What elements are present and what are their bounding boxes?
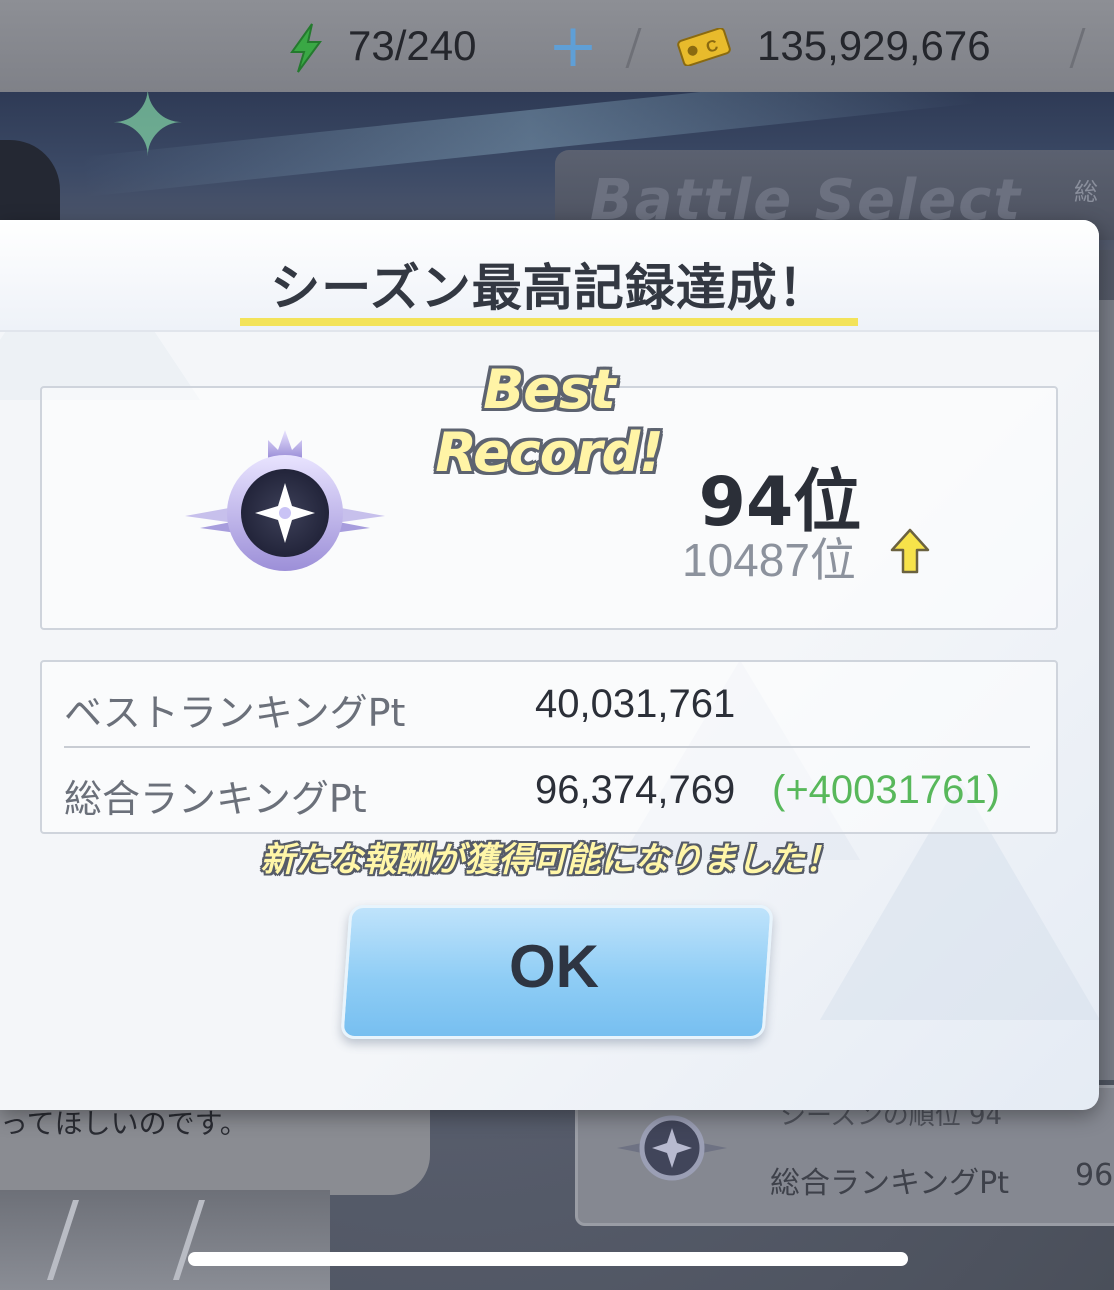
season-record-dialog: シーズン最高記録達成！ Best Record! 94位 10487位 ベストラ… — [0, 220, 1099, 1110]
coin-counter: 135,929,676 — [757, 22, 991, 69]
battle-select-subtitle: 総 — [1074, 178, 1098, 206]
rank-emblem-icon — [185, 430, 385, 571]
background-total-pt-value: 96 — [1075, 1158, 1114, 1193]
sparkle-icon: ✦ — [110, 72, 186, 177]
coin-ticket-icon: C — [677, 28, 731, 66]
home-indicator[interactable] — [188, 1252, 908, 1266]
total-pt-label: 総合ランキングPt — [64, 777, 367, 821]
lightning-icon — [290, 23, 322, 73]
best-pt-value: 40,031,761 — [535, 682, 736, 726]
rank-up-arrow-icon — [890, 528, 930, 574]
total-pt-delta: (+40031761) — [772, 768, 1000, 812]
stamina-counter: 73/240 — [348, 22, 477, 69]
dialog-title: シーズン最高記録達成！ — [270, 259, 829, 317]
total-pt-value: 96,374,769 — [535, 768, 736, 812]
ok-button-label[interactable]: OK — [345, 932, 763, 1001]
best-pt-label: ベストランキングPt — [64, 691, 406, 735]
previous-rank: 10487位 — [682, 534, 856, 586]
reward-message: 新たな報酬が獲得可能になりました！ — [260, 840, 839, 880]
plus-icon[interactable]: + — [546, 16, 600, 76]
best-record-label: Best Record! — [435, 358, 664, 484]
background-character-leg — [0, 1190, 330, 1290]
rank-emblem-icon — [617, 1115, 727, 1181]
points-divider — [64, 746, 1030, 748]
background-total-pt-label: 総合ランキングPt — [770, 1166, 1009, 1201]
title-underline — [240, 318, 858, 326]
